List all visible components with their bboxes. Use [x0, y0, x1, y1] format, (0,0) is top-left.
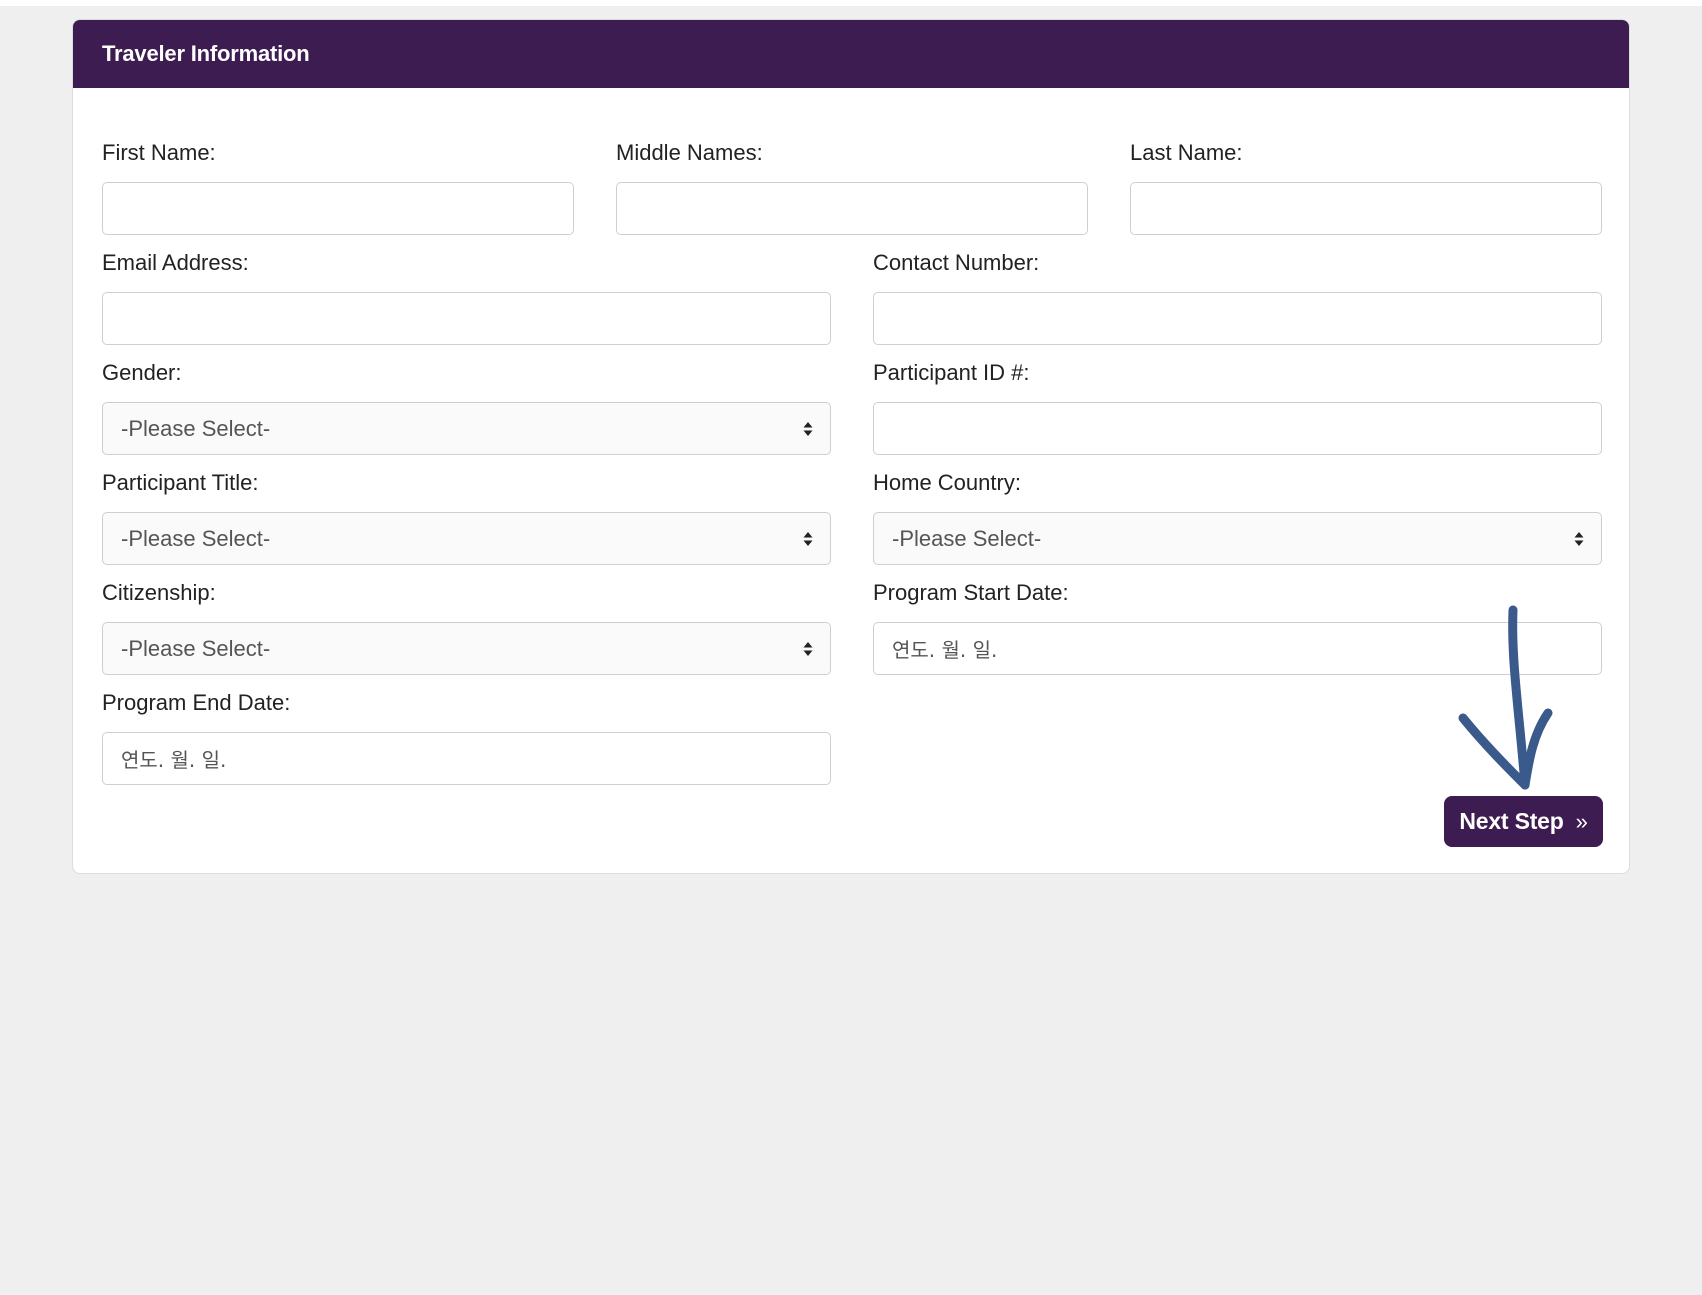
participant-title-select[interactable]: -Please Select- — [102, 512, 831, 565]
program-end-date-input[interactable]: 연도. 월. 일. — [102, 732, 831, 785]
contact-number-input[interactable] — [873, 292, 1602, 345]
double-chevron-right-icon: » — [1575, 808, 1588, 834]
citizenship-field: Citizenship: -Please Select- — [102, 580, 831, 675]
email-label: Email Address: — [102, 250, 249, 275]
program-start-date-input[interactable]: 연도. 월. 일. — [873, 622, 1602, 675]
panel-title: Traveler Information — [102, 41, 310, 66]
citizenship-selected-value: -Please Select- — [121, 635, 271, 661]
last-name-field: Last Name: — [1130, 140, 1602, 235]
select-arrows-icon — [803, 421, 813, 436]
participant-id-input[interactable] — [873, 402, 1602, 455]
traveler-information-panel: Traveler Information First Name: Middle … — [72, 19, 1630, 874]
first-name-label: First Name: — [102, 140, 216, 165]
email-field: Email Address: — [102, 250, 831, 345]
gender-select[interactable]: -Please Select- — [102, 402, 831, 455]
email-input[interactable] — [102, 292, 831, 345]
next-step-button[interactable]: Next Step » — [1444, 796, 1603, 847]
program-end-date-placeholder: 연도. 월. 일. — [121, 748, 227, 772]
program-end-date-label: Program End Date: — [102, 690, 291, 715]
citizenship-select[interactable]: -Please Select- — [102, 622, 831, 675]
contact-number-field: Contact Number: — [873, 250, 1602, 345]
last-name-input[interactable] — [1130, 182, 1602, 235]
program-end-date-field: Program End Date: 연도. 월. 일. — [102, 690, 831, 785]
select-arrows-icon — [1574, 531, 1584, 546]
select-arrows-icon — [803, 641, 813, 656]
top-strip — [0, 0, 1702, 6]
gender-label: Gender: — [102, 360, 182, 385]
home-country-field: Home Country: -Please Select- — [873, 470, 1602, 565]
gender-field: Gender: -Please Select- — [102, 360, 831, 455]
participant-title-field: Participant Title: -Please Select- — [102, 470, 831, 565]
participant-title-label: Participant Title: — [102, 470, 259, 495]
first-name-input[interactable] — [102, 182, 574, 235]
middle-names-field: Middle Names: — [616, 140, 1088, 235]
program-start-date-label: Program Start Date: — [873, 580, 1069, 605]
panel-header: Traveler Information — [73, 20, 1629, 88]
citizenship-label: Citizenship: — [102, 580, 216, 605]
select-arrows-icon — [803, 531, 813, 546]
participant-id-label: Participant ID #: — [873, 360, 1030, 385]
program-start-date-field: Program Start Date: 연도. 월. 일. — [873, 580, 1602, 675]
participant-title-selected-value: -Please Select- — [121, 525, 271, 551]
home-country-selected-value: -Please Select- — [892, 525, 1042, 551]
gender-selected-value: -Please Select- — [121, 415, 271, 441]
home-country-label: Home Country: — [873, 470, 1021, 495]
next-step-label: Next Step — [1459, 808, 1564, 834]
middle-names-input[interactable] — [616, 182, 1088, 235]
home-country-select[interactable]: -Please Select- — [873, 512, 1602, 565]
participant-id-field: Participant ID #: — [873, 360, 1602, 455]
middle-names-label: Middle Names: — [616, 140, 763, 165]
first-name-field: First Name: — [102, 140, 574, 235]
last-name-label: Last Name: — [1130, 140, 1243, 165]
contact-number-label: Contact Number: — [873, 250, 1040, 275]
program-start-date-placeholder: 연도. 월. 일. — [892, 638, 998, 662]
